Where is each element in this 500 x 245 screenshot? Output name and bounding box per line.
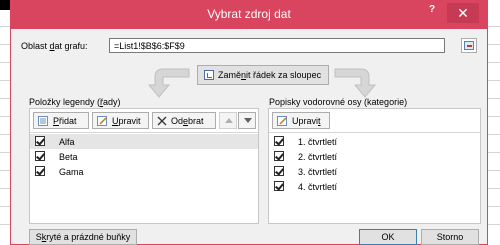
- switch-label: Zaměnit řádek za sloupec: [218, 70, 322, 80]
- hidden-empty-cells-button[interactable]: Skryté a prázdné buňky: [29, 229, 137, 245]
- edit-icon: [277, 116, 287, 126]
- arrow-left-icon: [147, 68, 190, 98]
- move-down-icon: [244, 118, 252, 123]
- switch-row-column-button[interactable]: Zaměnit řádek za sloupec: [197, 65, 329, 85]
- list-item[interactable]: 3. čtvrtletí: [269, 164, 480, 179]
- checkbox[interactable]: [274, 136, 284, 146]
- checkbox[interactable]: [274, 151, 284, 161]
- close-icon: ✕: [457, 5, 469, 21]
- ok-button[interactable]: OK: [359, 229, 417, 245]
- legend-series-list: Alfa Beta Gama: [30, 134, 258, 179]
- list-item[interactable]: 2. čtvrtletí: [269, 149, 480, 164]
- help-button[interactable]: ?: [429, 4, 435, 15]
- legend-entries-label: Položky legendy (řady): [29, 97, 121, 107]
- move-up-icon: [225, 118, 233, 123]
- list-item[interactable]: 1. čtvrtletí: [269, 134, 480, 149]
- checkbox[interactable]: [35, 136, 45, 146]
- edit-axis-labels-button[interactable]: Upravit: [272, 112, 330, 129]
- legend-entries-panel: Přidat Upravit Odebrat Alfa Beta Gama: [29, 108, 259, 224]
- remove-icon: [157, 116, 167, 126]
- chart-range-row: Oblast dat grafu: =List1!$B$6:$F$9: [21, 38, 479, 54]
- axis-labels-panel: Upravit 1. čtvrtletí 2. čtvrtletí 3. čtv…: [268, 108, 481, 224]
- checkbox[interactable]: [274, 181, 284, 191]
- remove-series-button[interactable]: Odebrat: [152, 112, 216, 129]
- collapse-dialog-button[interactable]: [461, 38, 477, 53]
- title-bar[interactable]: Vybrat zdroj dat ? ✕: [11, 1, 487, 29]
- list-item[interactable]: Beta: [30, 149, 258, 164]
- checkbox[interactable]: [274, 166, 284, 176]
- list-item[interactable]: 4. čtvrtletí: [269, 179, 480, 194]
- cancel-button[interactable]: Storno: [421, 229, 479, 245]
- list-item[interactable]: Gama: [30, 164, 258, 179]
- axis-labels-label: Popisky vodorovné osy (kategorie): [269, 97, 408, 107]
- move-down-button[interactable]: [238, 112, 256, 129]
- dialog-title: Vybrat zdroj dat: [207, 7, 291, 21]
- move-up-button[interactable]: [219, 112, 237, 129]
- close-button[interactable]: ✕: [447, 3, 479, 23]
- edit-icon: [97, 116, 107, 126]
- legend-toolbar: Přidat Upravit Odebrat: [30, 109, 258, 133]
- add-series-button[interactable]: Přidat: [33, 112, 89, 129]
- add-label: Přidat: [53, 116, 77, 126]
- edit-series-button[interactable]: Upravit: [92, 112, 149, 129]
- select-data-source-dialog: Vybrat zdroj dat ? ✕ Oblast dat grafu: =…: [10, 0, 488, 245]
- axis-category-list: 1. čtvrtletí 2. čtvrtletí 3. čtvrtletí 4…: [269, 134, 480, 194]
- add-icon: [38, 116, 48, 126]
- chart-range-input[interactable]: =List1!$B$6:$F$9: [109, 38, 445, 53]
- switch-icon: [204, 70, 214, 80]
- checkbox[interactable]: [35, 151, 45, 161]
- chart-range-label: Oblast dat grafu:: [21, 41, 88, 51]
- axis-toolbar: Upravit: [269, 109, 480, 133]
- edit-label: Upravit: [112, 116, 141, 126]
- edit-axis-label: Upravit: [292, 116, 321, 126]
- range-select-icon: [464, 41, 474, 50]
- checkbox[interactable]: [35, 166, 45, 176]
- list-item[interactable]: Alfa: [30, 134, 258, 149]
- remove-label: Odebrat: [171, 116, 204, 126]
- arrow-right-icon: [334, 68, 377, 98]
